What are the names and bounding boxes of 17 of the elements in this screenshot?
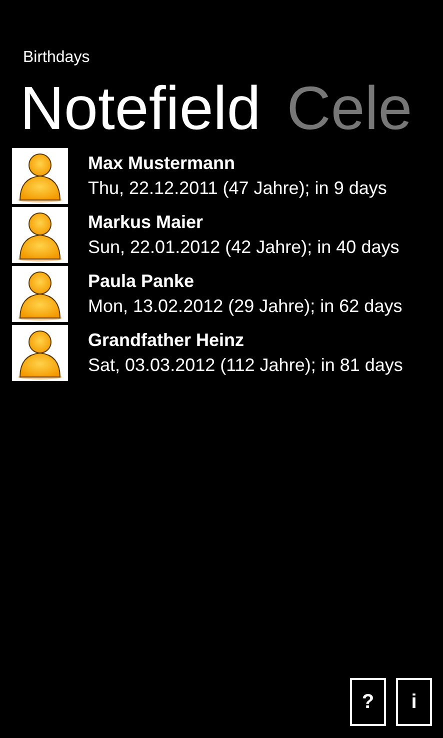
app-bar-button[interactable]: ? xyxy=(350,678,386,726)
person-name: Paula Panke xyxy=(88,270,196,292)
birthday-date: Thu, 22.12.2011 (47 Jahre); in 9 days xyxy=(88,178,387,198)
birthday-date: Sat, 03.03.2012 (112 Jahre); in 81 days xyxy=(88,354,403,376)
person-avatar-icon xyxy=(12,148,68,204)
person-avatar-icon xyxy=(12,324,68,380)
app-bar-button[interactable]: i xyxy=(396,678,432,726)
birthday-date: Mon, 13.02.2012 (29 Jahre); in 62 days xyxy=(88,296,402,316)
person-avatar-icon xyxy=(12,206,68,262)
birthday-date: Sun, 22.01.2012 (42 Jahre); in 40 days xyxy=(88,236,400,258)
person-avatar-icon xyxy=(12,266,68,322)
person-name: Grandfather Heinz xyxy=(88,330,246,350)
person-name: Max Mustermann xyxy=(88,152,236,174)
pivot-header[interactable]: Cele xyxy=(286,73,412,143)
pivot-header[interactable]: Notefield xyxy=(20,73,261,143)
person-name: Markus Maier xyxy=(88,212,204,232)
app-title: Birthdays xyxy=(23,49,90,67)
